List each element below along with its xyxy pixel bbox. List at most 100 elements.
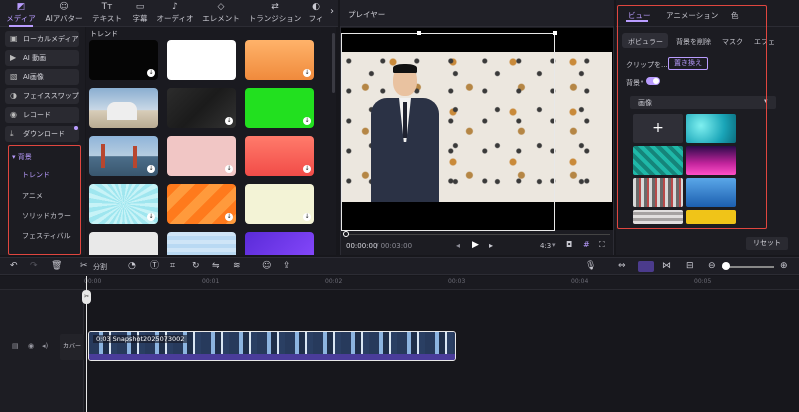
video-canvas[interactable] xyxy=(341,28,613,231)
timeline-toolbar: ↶ ↷ 🗑 ✂ 分割 ◔ Ⓣ ⌗ ↻ ⇋ ≋ ☺ ⇪ 🎙 ⇔ ⋈ ⊟ ⊖ ⊕ xyxy=(0,257,799,275)
tab-media[interactable]: ◩ メディア xyxy=(4,2,38,26)
zoom-in-icon[interactable]: ⊕ xyxy=(780,260,788,273)
nav-local-media[interactable]: ▣ ローカルメディア xyxy=(5,31,79,47)
clip-audio-bar xyxy=(89,354,455,360)
play-icon[interactable]: ▶ xyxy=(472,240,479,250)
media-thumb[interactable]: ↓ xyxy=(89,136,158,176)
ai-image-icon: ▧ xyxy=(10,72,18,81)
flip-icon[interactable]: ⇋ xyxy=(212,260,220,273)
ruler-tick: 00:02 xyxy=(325,278,343,285)
undo-icon[interactable]: ↶ xyxy=(10,260,18,273)
next-frame-icon[interactable]: ▸ xyxy=(489,241,493,250)
microphone-icon[interactable]: 🎙 xyxy=(585,260,596,273)
download-icon[interactable]: ↓ xyxy=(147,213,155,221)
download-icon[interactable]: ↓ xyxy=(303,165,311,173)
download-icon[interactable]: ↓ xyxy=(303,213,311,221)
nav-download[interactable]: ⤓ ダウンロード xyxy=(5,126,79,142)
media-thumb[interactable] xyxy=(167,40,236,80)
download-icon[interactable]: ↓ xyxy=(147,69,155,77)
grid-icon[interactable]: # xyxy=(583,240,590,249)
download-icon[interactable]: ↓ xyxy=(303,117,311,125)
face-swap-icon: ◑ xyxy=(10,91,17,100)
download-icon[interactable]: ↓ xyxy=(225,117,233,125)
timeline-ruler[interactable] xyxy=(0,276,799,290)
media-thumb[interactable]: ↓ xyxy=(167,88,236,128)
crop-icon[interactable]: ⌗ xyxy=(170,260,175,273)
snapshot-icon[interactable]: ◘ xyxy=(566,240,572,249)
zoom-slider-thumb[interactable] xyxy=(722,262,730,270)
avatar-icon[interactable]: ☺ xyxy=(262,260,271,273)
speed-icon[interactable]: ◔ xyxy=(128,260,136,273)
current-time: 00:00:00 xyxy=(346,242,378,250)
tab-captions[interactable]: ▭ 字幕 xyxy=(128,2,152,26)
grid-section-title: トレンド xyxy=(90,30,118,38)
eye-icon[interactable]: ◉ xyxy=(28,342,34,350)
rotate-icon[interactable]: ↻ xyxy=(192,260,200,273)
player-progress-track[interactable] xyxy=(346,234,610,235)
player-header: プレイヤー xyxy=(340,0,614,27)
tab-text[interactable]: Tт テキスト xyxy=(90,2,124,26)
nav-ai-image[interactable]: ▧ AI画像 xyxy=(5,69,79,85)
player-progress-thumb[interactable] xyxy=(343,231,349,237)
tab-audio[interactable]: ♪ オーディオ xyxy=(154,2,196,26)
media-thumb[interactable] xyxy=(167,232,236,255)
video-clip[interactable]: 0:03 Snapshot2025073002 xyxy=(88,331,456,361)
new-dot xyxy=(74,126,78,130)
caption-icon: ▭ xyxy=(135,2,145,12)
ruler-tick: 00:05 xyxy=(694,278,712,285)
playhead-handle[interactable]: ✂ xyxy=(82,290,91,304)
redo-icon[interactable]: ↷ xyxy=(30,260,38,273)
highlight-box-categories xyxy=(8,145,81,255)
avatar-tie xyxy=(403,102,407,138)
chevron-down-icon[interactable]: ▾ xyxy=(552,241,556,249)
tab-elements[interactable]: ◇ エレメント xyxy=(200,2,242,26)
resize-handle[interactable] xyxy=(417,31,421,35)
media-thumb[interactable]: ↓ xyxy=(245,40,314,80)
media-thumb[interactable]: ↓ xyxy=(167,184,236,224)
audio-icon: ♪ xyxy=(172,2,178,12)
link-icon[interactable]: ⇔ xyxy=(618,260,626,273)
player-title: プレイヤー xyxy=(348,10,386,19)
nav-face-swap[interactable]: ◑ フェイススワップ xyxy=(5,88,79,104)
export-icon[interactable]: ⇪ xyxy=(283,260,291,273)
media-thumb[interactable]: ↓ xyxy=(89,40,158,80)
ai-video-icon: ▶ xyxy=(10,53,17,62)
cover-button[interactable]: カバー xyxy=(60,334,84,360)
snap-toggle[interactable] xyxy=(638,261,654,272)
text-add-icon[interactable]: Ⓣ xyxy=(150,260,159,273)
delete-icon[interactable]: 🗑 xyxy=(51,260,62,273)
nav-ai-video[interactable]: ▶ AI 動画 xyxy=(5,50,79,66)
media-thumb[interactable]: ↓ xyxy=(89,184,158,224)
mute-icon[interactable]: ◂) xyxy=(42,342,48,350)
prev-frame-icon[interactable]: ◂ xyxy=(456,241,460,250)
media-thumb[interactable]: ↓ xyxy=(245,184,314,224)
split-icon[interactable]: ✂ xyxy=(80,260,88,273)
fullscreen-icon[interactable]: ⛶ xyxy=(599,240,605,250)
media-thumb[interactable]: ↓ xyxy=(167,136,236,176)
track-icon[interactable]: ⊟ xyxy=(686,260,694,273)
media-thumb[interactable]: ↓ xyxy=(245,88,314,128)
download-icon[interactable]: ↓ xyxy=(303,69,311,77)
media-thumb[interactable]: ↓ xyxy=(245,136,314,176)
aspect-ratio-select[interactable]: 4:3 xyxy=(540,242,551,250)
media-thumb[interactable] xyxy=(89,232,158,255)
download-icon[interactable]: ↓ xyxy=(225,165,233,173)
tab-filters[interactable]: ◐ フィ xyxy=(306,2,326,26)
track-video-icon[interactable]: ▤ xyxy=(12,342,19,350)
tab-transitions[interactable]: ⇄ トランジション xyxy=(246,2,304,26)
split-label[interactable]: 分割 xyxy=(93,261,107,274)
reset-button[interactable]: リセット xyxy=(746,237,788,250)
download-icon[interactable]: ↓ xyxy=(225,213,233,221)
timeline[interactable]: 00:00 00:01 00:02 00:03 00:04 00:05 ▤ ◉ … xyxy=(0,276,799,412)
download-icon[interactable]: ↓ xyxy=(147,165,155,173)
zoom-out-icon[interactable]: ⊖ xyxy=(708,260,716,273)
adjust-icon[interactable]: ≋ xyxy=(233,260,241,273)
resize-handle[interactable] xyxy=(553,31,557,35)
highlight-box-properties xyxy=(617,5,767,229)
nav-record[interactable]: ◉ レコード xyxy=(5,107,79,123)
media-thumb[interactable] xyxy=(245,232,314,255)
tab-ai-avatar[interactable]: ☺ AIアバター xyxy=(42,2,86,26)
magnet-icon[interactable]: ⋈ xyxy=(662,260,671,273)
media-thumb[interactable] xyxy=(89,88,158,128)
grid-scrollbar[interactable] xyxy=(332,33,335,93)
